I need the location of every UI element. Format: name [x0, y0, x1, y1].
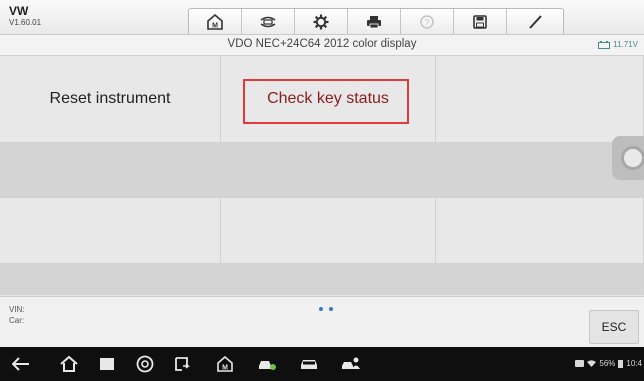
screen-share-button[interactable]: [172, 354, 194, 374]
help-button[interactable]: ?: [401, 9, 454, 34]
menu-item-empty: [436, 264, 644, 295]
menu-item-empty: [436, 56, 644, 143]
car-battery-icon: [598, 40, 611, 49]
print-button[interactable]: [348, 9, 401, 34]
menu-item-empty: [221, 264, 436, 295]
home-button[interactable]: M: [189, 9, 242, 34]
menu-item-empty: [436, 198, 644, 264]
car-icon: [301, 360, 317, 369]
screen-share-icon: [175, 357, 190, 371]
menu-item-empty: [0, 198, 221, 264]
page-dot: [329, 307, 333, 311]
home-icon: M: [207, 13, 223, 30]
settings-button[interactable]: [295, 9, 348, 34]
recent-apps-button[interactable]: [96, 354, 118, 374]
diag-home-button[interactable]: M: [214, 354, 236, 374]
help-icon: ?: [420, 14, 434, 29]
house-icon: [60, 356, 78, 372]
voltage-value: 11.71V: [613, 40, 638, 49]
app-name: VW: [9, 4, 29, 18]
clock: 10:4: [626, 359, 642, 368]
chrome-button[interactable]: [134, 354, 156, 374]
highlight-box: [243, 79, 409, 124]
battery-percent: 56%: [599, 359, 616, 368]
save-button[interactable]: [454, 9, 507, 34]
edit-icon: [529, 14, 542, 29]
recent-apps-icon: [100, 358, 114, 370]
car-label: Car:: [9, 316, 25, 325]
svg-text:M: M: [222, 365, 228, 372]
page-dot: [319, 307, 323, 311]
svg-text:M: M: [212, 22, 218, 29]
app-brand: VW V1.60.01: [9, 5, 69, 28]
menu-item-empty: [221, 198, 436, 264]
vehicle-swap-button[interactable]: [242, 9, 295, 34]
edit-button[interactable]: [507, 9, 563, 34]
menu-item-empty: [0, 143, 221, 198]
wifi-icon: [587, 360, 597, 367]
home-nav-button[interactable]: [58, 354, 80, 374]
vehicle-button[interactable]: [298, 354, 320, 374]
print-icon: [367, 15, 381, 28]
back-arrow-icon: [12, 357, 29, 371]
android-nav-bar: M 56% 10:4: [0, 347, 644, 381]
page-title: VDO NEC+24C64 2012 color display: [227, 38, 417, 50]
back-button[interactable]: [10, 354, 32, 374]
page-indicator: [319, 307, 333, 311]
assist-circle-icon: [621, 146, 644, 170]
vehicle-info: VIN: Car:: [9, 304, 25, 326]
remote-expert-icon: [342, 357, 360, 369]
app-version: V1.60.01: [9, 18, 42, 27]
battery-icon: [618, 359, 624, 368]
toolbar-buttons: M ?: [188, 8, 564, 34]
car-service-icon: [259, 361, 276, 370]
svg-text:?: ?: [424, 17, 429, 27]
battery-voltage: 11.71V: [598, 40, 638, 49]
system-status: 56% 10:4: [575, 359, 642, 368]
menu-item-reset-instrument[interactable]: Reset instrument: [0, 56, 221, 143]
floating-assist-button[interactable]: [612, 136, 644, 180]
function-header: VDO NEC+24C64 2012 color display 11.71V: [0, 35, 644, 56]
save-icon: [473, 14, 487, 29]
gear-icon: [313, 14, 329, 29]
footer-bar: VIN: Car: ESC: [0, 296, 644, 347]
browser-icon: [136, 355, 154, 373]
top-toolbar: VW V1.60.01 M ?: [0, 0, 644, 35]
remote-expert-button[interactable]: [340, 354, 362, 374]
diag-home-icon: M: [217, 356, 233, 372]
menu-item-empty: [221, 143, 436, 198]
vehicle-swap-icon: [260, 16, 276, 27]
car-service-button[interactable]: [256, 354, 278, 374]
message-icon: [575, 360, 585, 367]
menu-item-label: Reset instrument: [49, 90, 171, 107]
vin-label: VIN:: [9, 305, 25, 314]
menu-item-empty: [0, 264, 221, 295]
esc-button[interactable]: ESC: [589, 310, 639, 344]
